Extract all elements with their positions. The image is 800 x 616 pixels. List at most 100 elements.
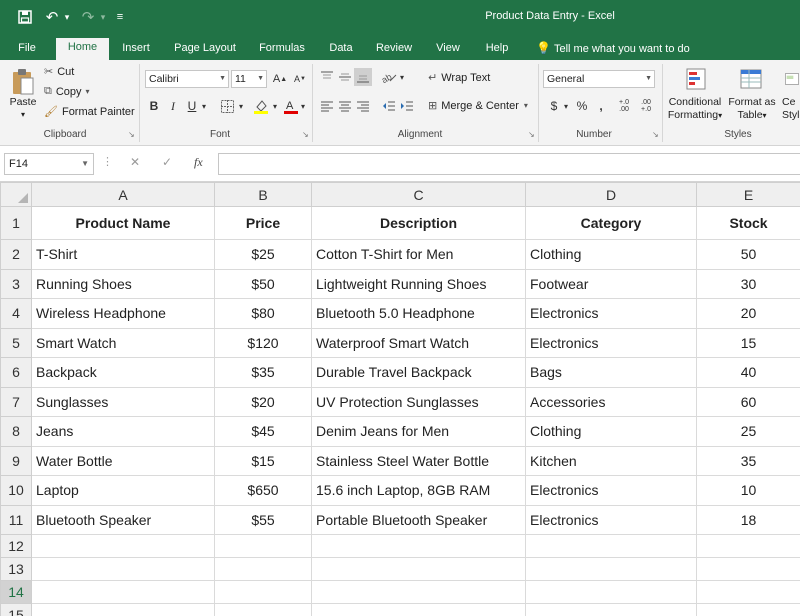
cell[interactable]: Jeans [31,416,215,447]
cell[interactable]: Stainless Steel Water Bottle [311,445,526,476]
paste-icon[interactable] [11,68,35,96]
align-top-icon[interactable] [318,68,336,86]
cell[interactable]: $50 [214,268,312,299]
cell[interactable]: $20 [214,386,312,417]
cell[interactable] [214,603,312,616]
cell[interactable]: 15.6 inch Laptop, 8GB RAM [311,475,526,506]
cell[interactable]: 18 [696,504,800,535]
cell[interactable]: Running Shoes [31,268,215,299]
font-color-dropdown-icon[interactable]: ▾ [298,97,308,115]
cell[interactable]: 10 [696,475,800,506]
paste-dropdown-icon[interactable]: ▾ [16,108,30,121]
cell[interactable]: Denim Jeans for Men [311,416,526,447]
row-header[interactable]: 11 [0,504,32,535]
cell[interactable]: Footwear [525,268,697,299]
enter-icon[interactable]: ✓ [162,155,172,169]
tab-view[interactable]: View [428,39,468,60]
row-header[interactable]: 12 [0,534,32,558]
cell[interactable] [31,603,215,616]
row-header-selected[interactable]: 14 [0,580,32,604]
borders-dropdown-icon[interactable]: ▾ [236,97,246,115]
customize-toolbar-icon[interactable]: ≡ [114,7,126,27]
cell-styles-button[interactable]: Ce Style [782,96,800,122]
redo-dropdown-icon[interactable]: ▾ [98,7,108,27]
header-cell-product-name[interactable]: Product Name [31,206,215,240]
cell[interactable]: 30 [696,268,800,299]
cell[interactable]: Bags [525,357,697,388]
alignment-launcher-icon[interactable]: ↘ [528,131,536,139]
tab-insert[interactable]: Insert [114,39,158,60]
clipboard-launcher-icon[interactable]: ↘ [128,131,136,139]
cell[interactable]: $120 [214,327,312,358]
currency-dropdown-icon[interactable]: ▾ [561,97,571,115]
cell-styles-icon[interactable] [784,66,800,92]
cell[interactable]: Waterproof Smart Watch [311,327,526,358]
row-header[interactable]: 7 [0,386,32,417]
grow-font-button[interactable]: A ▲ [271,70,289,88]
increase-decimal-button[interactable]: +.0 .00 [614,97,634,115]
cell[interactable]: $55 [214,504,312,535]
cell[interactable]: Accessories [525,386,697,417]
cell[interactable]: Clothing [525,239,697,270]
row-header[interactable]: 3 [0,268,32,299]
row-header[interactable]: 2 [0,239,32,270]
align-right-icon[interactable] [354,97,372,115]
cell[interactable]: $35 [214,357,312,388]
tab-file[interactable]: File [10,39,44,60]
row-header[interactable]: 5 [0,327,32,358]
row-header[interactable]: 13 [0,557,32,581]
decrease-indent-icon[interactable] [380,97,398,115]
row-header[interactable]: 1 [0,206,32,240]
cell[interactable] [696,557,800,581]
cell[interactable]: Clothing [525,416,697,447]
conditional-formatting-button[interactable]: Conditional Formatting▾ [664,96,726,122]
formula-bar-grip-icon[interactable]: ⋮ [102,155,113,168]
header-cell-stock[interactable]: Stock [696,206,800,240]
cell[interactable] [31,557,215,581]
decrease-decimal-button[interactable]: .00 +.0 [636,97,656,115]
align-left-icon[interactable] [318,97,336,115]
cell[interactable]: Electronics [525,298,697,329]
cell[interactable] [31,580,215,604]
cell[interactable]: $15 [214,445,312,476]
percent-button[interactable]: % [573,97,591,115]
formula-input[interactable] [218,153,800,175]
column-header-b[interactable]: B [214,182,312,207]
header-cell-category[interactable]: Category [525,206,697,240]
format-as-table-button[interactable]: Format as Table▾ [726,96,778,122]
cell[interactable] [696,580,800,604]
cell[interactable]: Bluetooth 5.0 Headphone [311,298,526,329]
cell[interactable] [311,603,526,616]
conditional-formatting-icon[interactable] [684,66,710,92]
column-header-d[interactable]: D [525,182,697,207]
cell[interactable]: UV Protection Sunglasses [311,386,526,417]
cell[interactable]: Electronics [525,327,697,358]
cell[interactable] [214,534,312,558]
cell[interactable]: 35 [696,445,800,476]
cell[interactable]: Electronics [525,475,697,506]
cell[interactable]: 15 [696,327,800,358]
header-cell-price[interactable]: Price [214,206,312,240]
shrink-font-button[interactable]: A ▼ [291,70,309,88]
cell[interactable] [525,603,697,616]
cell[interactable] [525,557,697,581]
orientation-icon[interactable]: ab [380,68,398,86]
column-header-e[interactable]: E [696,182,800,207]
number-launcher-icon[interactable]: ↘ [652,131,660,139]
cell[interactable]: $650 [214,475,312,506]
merge-dropdown-icon[interactable]: ▾ [524,101,528,110]
row-header[interactable]: 6 [0,357,32,388]
column-header-c[interactable]: C [311,182,526,207]
row-header[interactable]: 4 [0,298,32,329]
insert-function-icon[interactable]: fx [194,155,203,170]
cell[interactable]: 50 [696,239,800,270]
font-name-combo[interactable]: Calibri ▼ [145,70,229,88]
cell[interactable] [311,534,526,558]
cell[interactable] [311,580,526,604]
format-painter-button[interactable]: 🖌 Format Painter [44,105,135,119]
fill-color-dropdown-icon[interactable]: ▾ [270,97,280,115]
cell[interactable] [214,557,312,581]
row-header[interactable]: 15 [0,603,32,616]
align-middle-icon[interactable] [336,68,354,86]
undo-icon[interactable]: ↶ [42,7,62,27]
